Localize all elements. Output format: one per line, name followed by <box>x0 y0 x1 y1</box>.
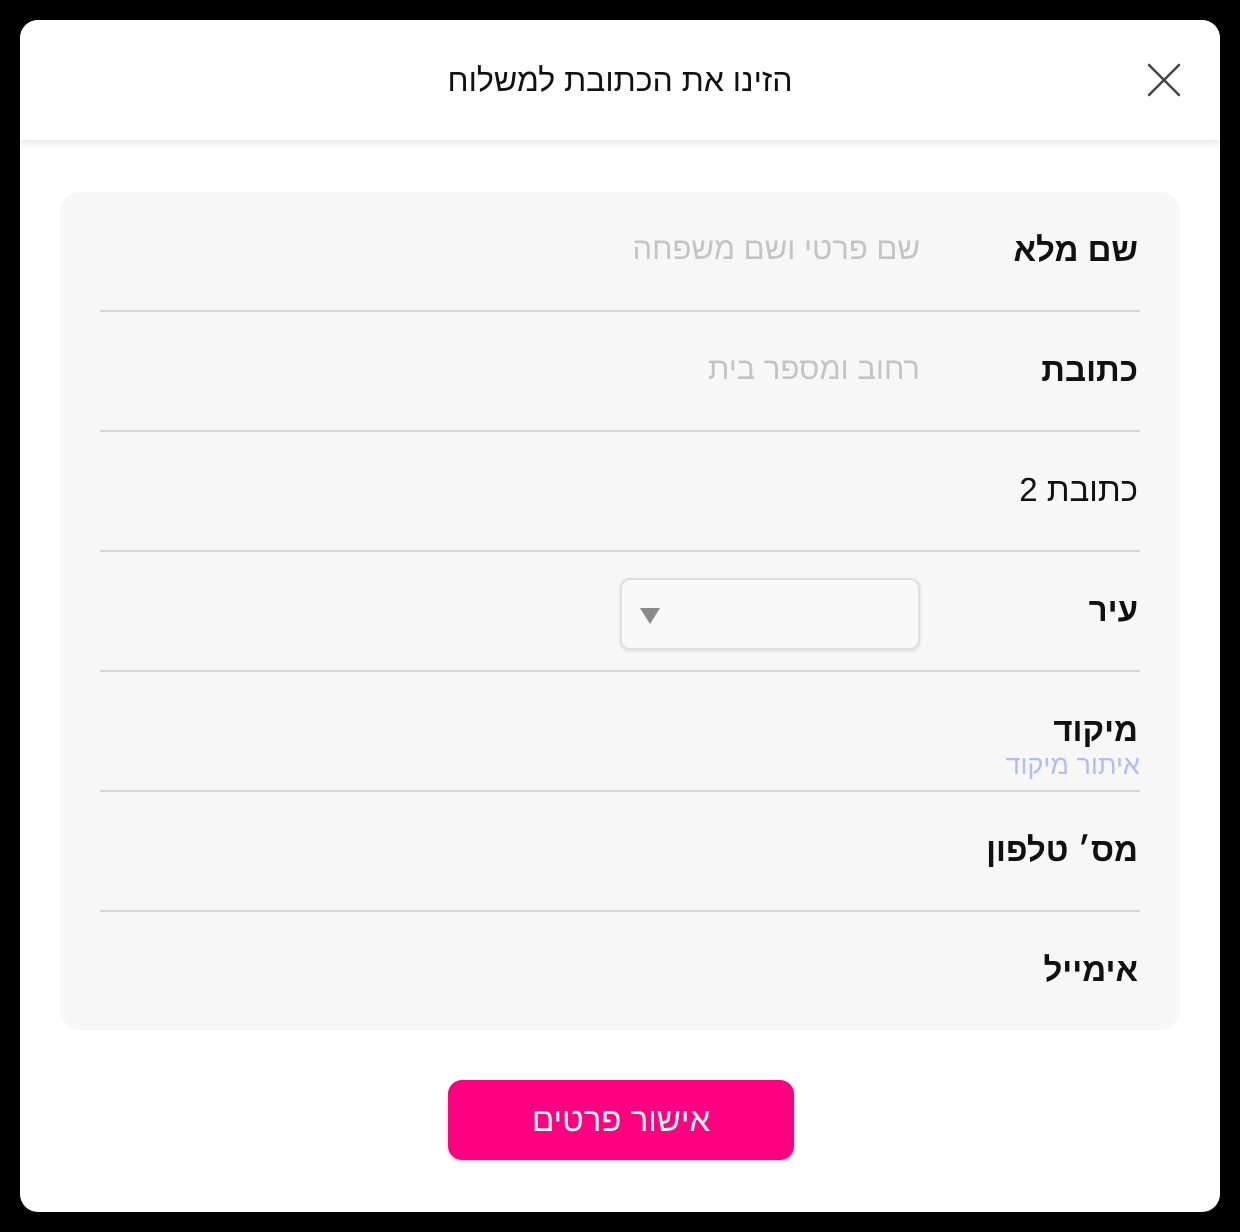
address2-input[interactable] <box>280 464 920 514</box>
full-name-row: שם מלא <box>100 192 1140 312</box>
zip-input[interactable] <box>280 704 920 754</box>
address2-label: כתובת 2 <box>1019 471 1138 508</box>
address2-row: כתובת 2 <box>100 432 1140 552</box>
chevron-down-icon <box>640 608 660 624</box>
confirm-details-button[interactable]: אישור פרטים <box>448 1080 794 1160</box>
address-row: כתובת <box>100 312 1140 432</box>
phone-input[interactable] <box>280 824 920 874</box>
email-label: אימייל <box>1043 951 1138 988</box>
modal-title: הזינו את הכתובת למשלוח <box>447 62 793 98</box>
full-name-label: שם מלא <box>1013 231 1138 268</box>
zip-label: מיקוד <box>1053 711 1138 748</box>
email-input[interactable] <box>280 944 920 994</box>
address-modal: הזינו את הכתובת למשלוח שם מלא כתובת כתוב… <box>20 20 1220 1212</box>
close-button[interactable] <box>1146 62 1182 98</box>
city-row: עיר <box>100 552 1140 672</box>
address-form: שם מלא כתובת כתובת 2 עיר מיקוד איתור מיק… <box>60 192 1180 1030</box>
full-name-input[interactable] <box>280 224 920 274</box>
email-row: אימייל <box>100 912 1140 1032</box>
find-zip-link[interactable]: איתור מיקוד <box>1006 748 1141 782</box>
zip-row: מיקוד איתור מיקוד <box>100 672 1140 792</box>
address-input[interactable] <box>280 344 920 394</box>
close-icon <box>1147 63 1181 97</box>
phone-row: מס׳ טלפון <box>100 792 1140 912</box>
address-label: כתובת <box>1041 351 1138 388</box>
modal-header: הזינו את הכתובת למשלוח <box>20 20 1220 140</box>
city-label: עיר <box>1088 591 1138 628</box>
city-select[interactable] <box>620 578 920 650</box>
phone-label: מס׳ טלפון <box>986 831 1138 868</box>
